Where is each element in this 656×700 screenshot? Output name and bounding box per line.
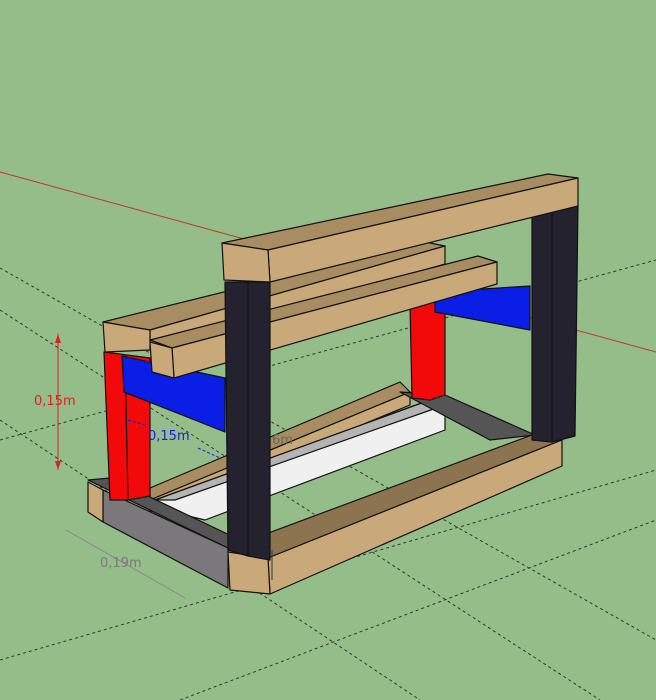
red-post-right [409, 299, 446, 401]
dimension-label-width[interactable]: 0,15m [148, 429, 190, 444]
dark-post-right [531, 203, 579, 443]
dimension-label-depth[interactable]: 0,19m [100, 556, 142, 571]
3d-model-canvas[interactable] [0, 0, 656, 700]
sketchup-viewport[interactable]: 0,15m 0,15m 6m 0,19m [0, 0, 656, 700]
left-bottom-rail-end [87, 481, 104, 523]
middle-beam-end [149, 341, 175, 379]
dimension-label-height[interactable]: 0,15m [34, 394, 76, 409]
bottom-frame [87, 381, 563, 595]
top-beam-end [221, 242, 271, 283]
dimension-label-length[interactable]: 6m [272, 433, 293, 448]
